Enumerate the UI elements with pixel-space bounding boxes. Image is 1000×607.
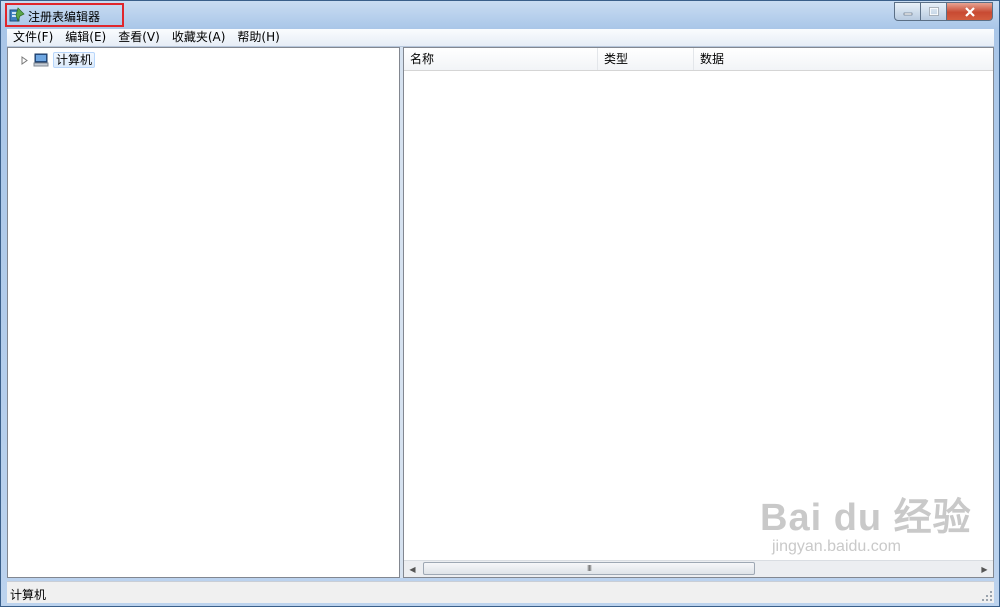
maximize-button[interactable] bbox=[921, 2, 947, 21]
tree-node-computer[interactable]: 计算机 bbox=[20, 52, 96, 68]
tree-node-label[interactable]: 计算机 bbox=[53, 52, 96, 68]
scrollbar-thumb[interactable]: III bbox=[423, 562, 755, 575]
menu-view[interactable]: 查看(V) bbox=[112, 29, 166, 46]
title-highlight-box bbox=[5, 3, 124, 27]
close-button[interactable] bbox=[947, 2, 993, 21]
scroll-right-icon[interactable]: ▶ bbox=[976, 561, 993, 577]
minimize-icon bbox=[903, 12, 912, 15]
regedit-window: 注册表编辑器 文件(F) 编辑(E) 查看(V) 收藏夹(A) 帮助(H) 计算… bbox=[0, 0, 1000, 607]
caption-buttons bbox=[894, 2, 993, 22]
column-header-name[interactable]: 名称 bbox=[404, 48, 598, 70]
minimize-button[interactable] bbox=[894, 2, 921, 21]
key-tree-pane[interactable]: 计算机 bbox=[7, 47, 400, 578]
list-header: 名称 类型 数据 bbox=[404, 48, 993, 71]
column-header-type[interactable]: 类型 bbox=[598, 48, 694, 70]
scroll-left-icon[interactable]: ◀ bbox=[404, 561, 421, 577]
status-path: 计算机 bbox=[10, 588, 47, 602]
status-bar: 计算机 bbox=[7, 581, 994, 603]
menu-edit[interactable]: 编辑(E) bbox=[59, 29, 112, 46]
menu-file[interactable]: 文件(F) bbox=[7, 29, 59, 46]
title-bar[interactable]: 注册表编辑器 bbox=[1, 1, 999, 29]
resize-grip-icon[interactable] bbox=[982, 591, 992, 601]
maximize-icon bbox=[928, 6, 939, 16]
horizontal-scrollbar[interactable]: ◀ III ▶ bbox=[404, 560, 993, 577]
menu-favorites[interactable]: 收藏夹(A) bbox=[166, 29, 232, 46]
close-icon bbox=[964, 6, 975, 17]
computer-icon bbox=[33, 53, 49, 67]
menu-bar: 文件(F) 编辑(E) 查看(V) 收藏夹(A) 帮助(H) bbox=[7, 29, 994, 47]
expand-arrow-icon[interactable] bbox=[20, 55, 29, 65]
menu-help[interactable]: 帮助(H) bbox=[231, 29, 285, 46]
value-list-pane[interactable]: 名称 类型 数据 ◀ III ▶ bbox=[403, 47, 994, 578]
column-header-data[interactable]: 数据 bbox=[694, 48, 993, 70]
